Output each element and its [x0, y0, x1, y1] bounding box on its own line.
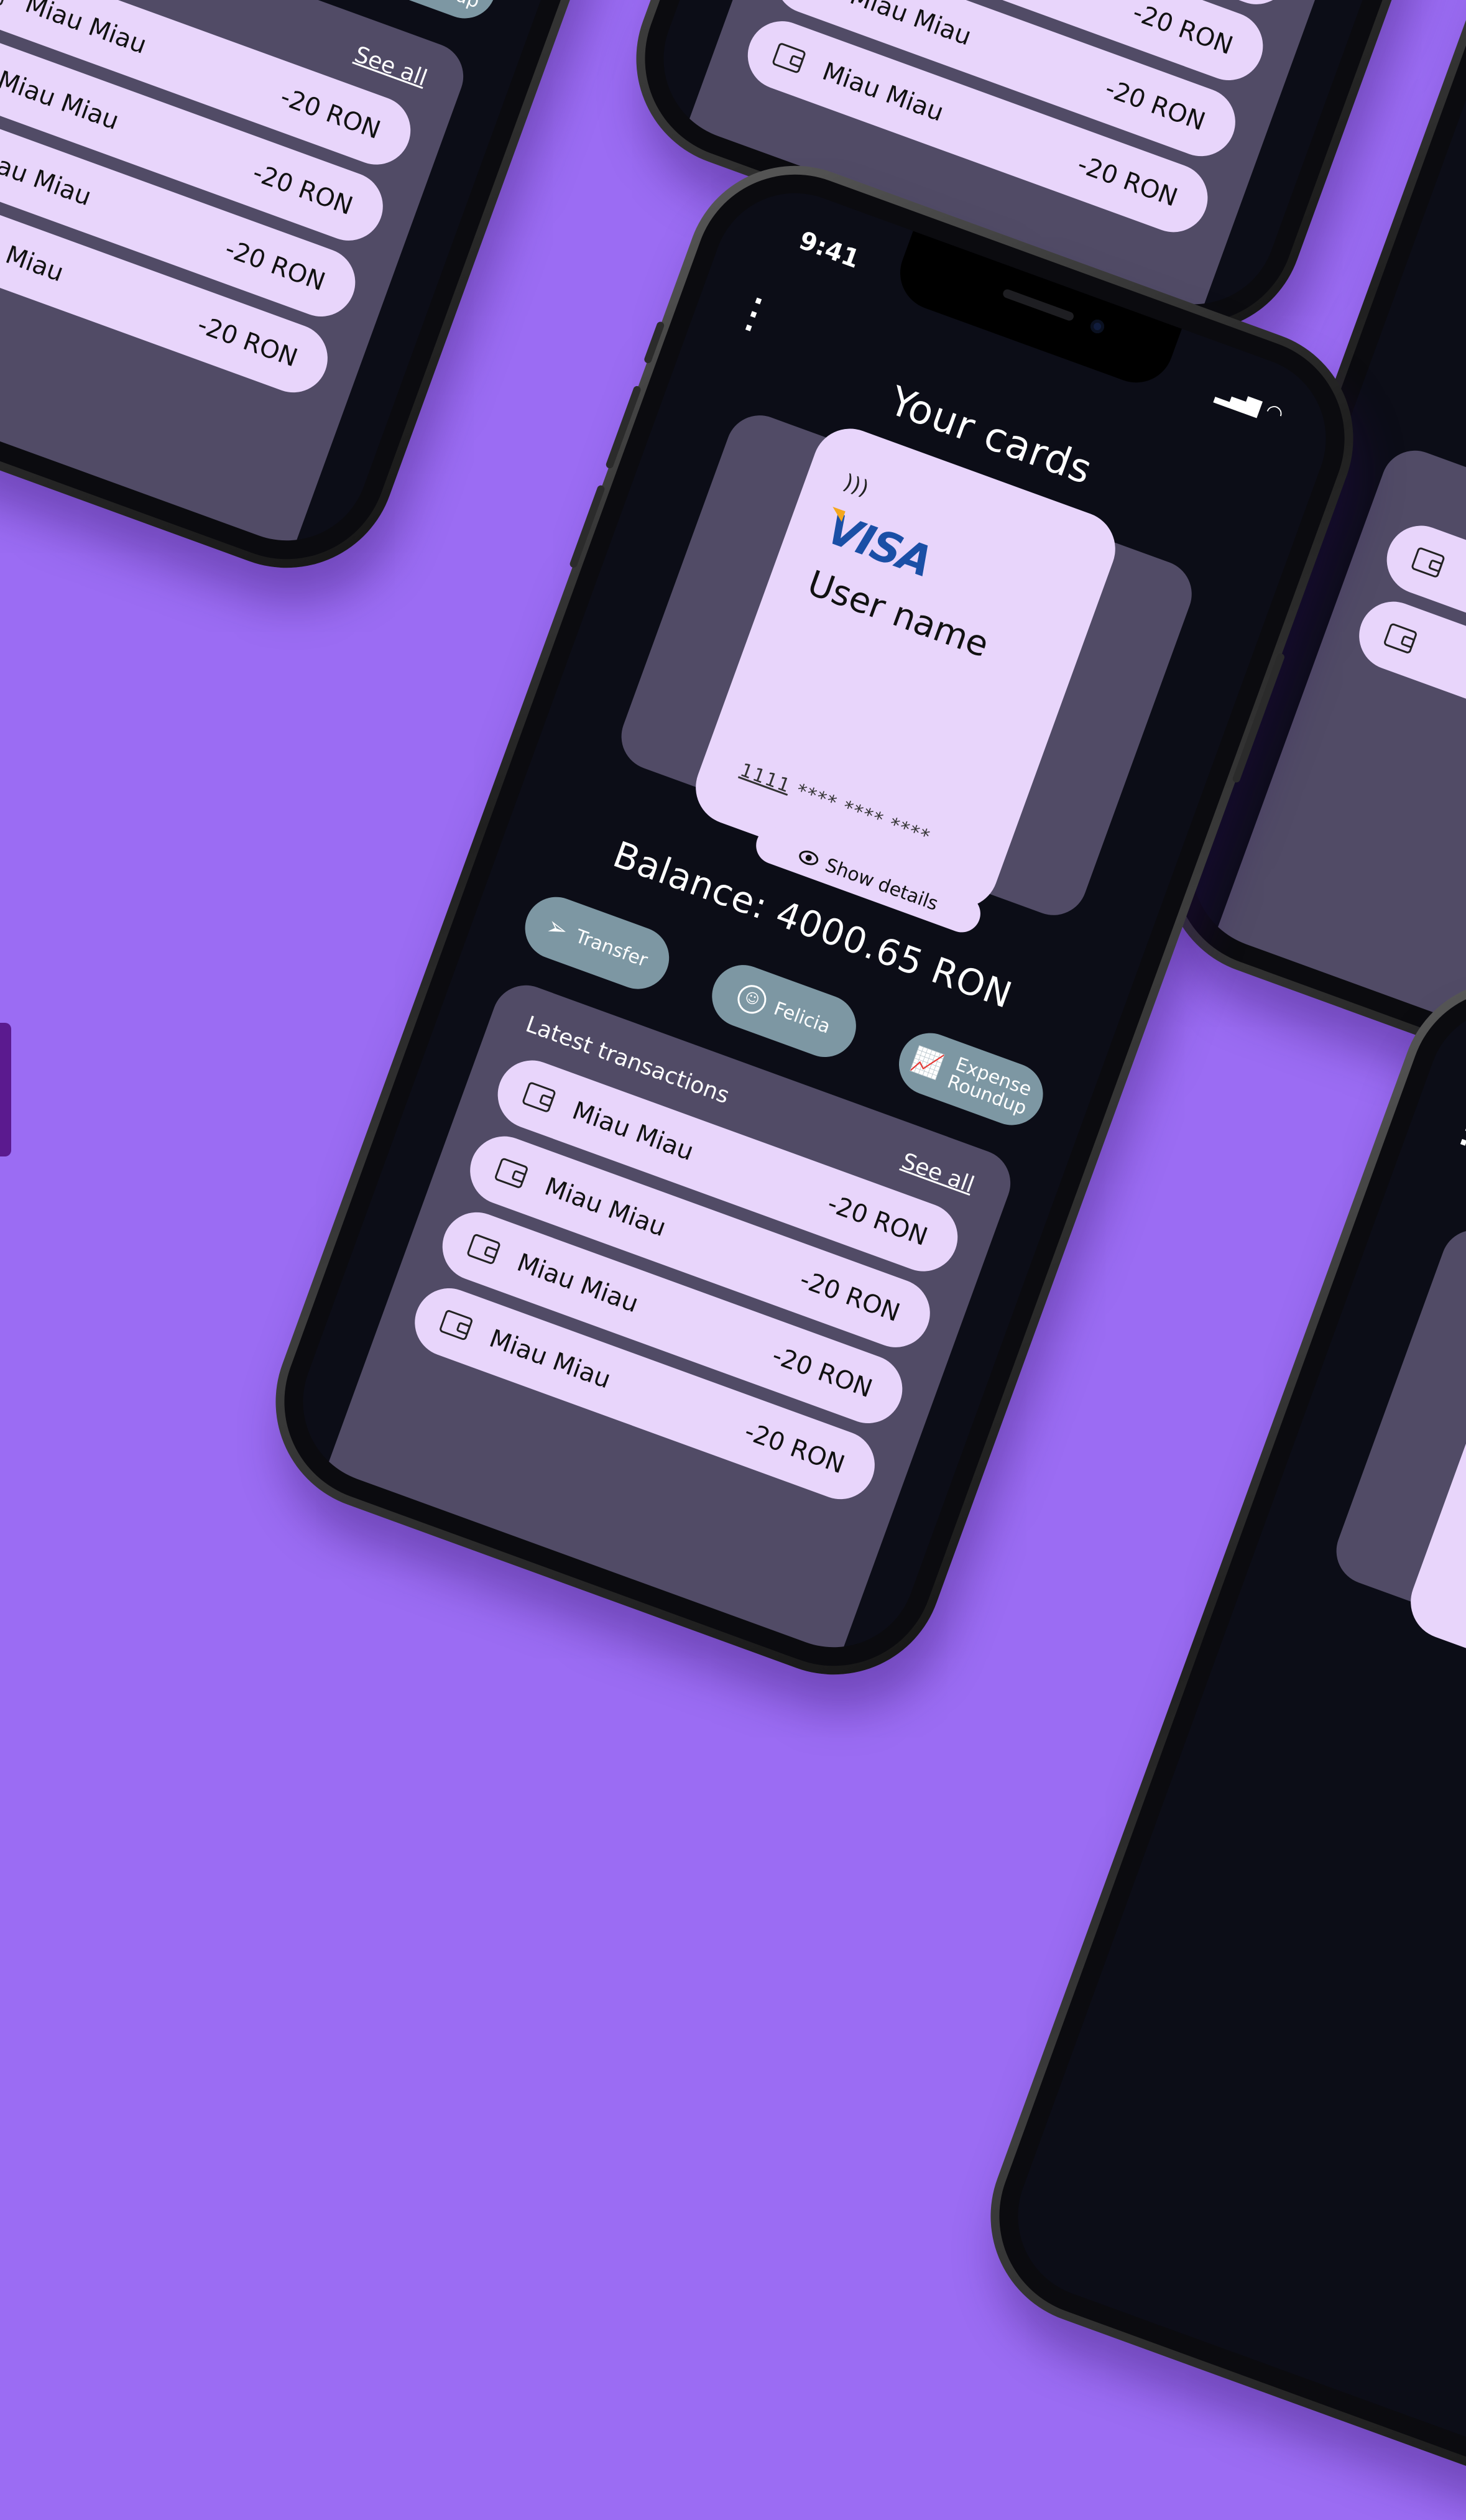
- baby-face-icon: ☺: [733, 981, 770, 1018]
- transaction-row[interactable]: [1349, 592, 1466, 823]
- wallet-icon: [771, 42, 807, 74]
- edge-tab: [0, 1023, 11, 1156]
- wallet-icon: [1410, 546, 1446, 579]
- wallet-icon: [521, 1081, 557, 1114]
- front-camera: [1088, 317, 1107, 336]
- chart-line-icon: 📈: [908, 1044, 947, 1082]
- eye-icon: [796, 847, 821, 868]
- felicia-button[interactable]: ☺ Felicia: [703, 956, 865, 1066]
- contactless-icon: ))): [840, 469, 872, 502]
- wallet-icon: [466, 1233, 502, 1265]
- wallet-icon: [494, 1157, 529, 1189]
- wallet-icon: [438, 1309, 474, 1341]
- expense-roundup-button[interactable]: 📈 Expense Roundup: [890, 1024, 1052, 1134]
- status-time: 9:41: [795, 226, 864, 274]
- see-all-link[interactable]: See all: [898, 1148, 977, 1198]
- transfer-button[interactable]: ➢ Transfer: [516, 888, 678, 998]
- send-icon: ➢: [542, 911, 572, 946]
- wallet-icon: [1383, 622, 1418, 655]
- speaker: [1002, 288, 1075, 322]
- signal-wifi-icon: ▂▄▆ ◠: [1213, 380, 1287, 427]
- wallet-icon: [0, 0, 10, 7]
- see-all-link[interactable]: See all: [351, 42, 430, 91]
- card-background: [1327, 1220, 1466, 1739]
